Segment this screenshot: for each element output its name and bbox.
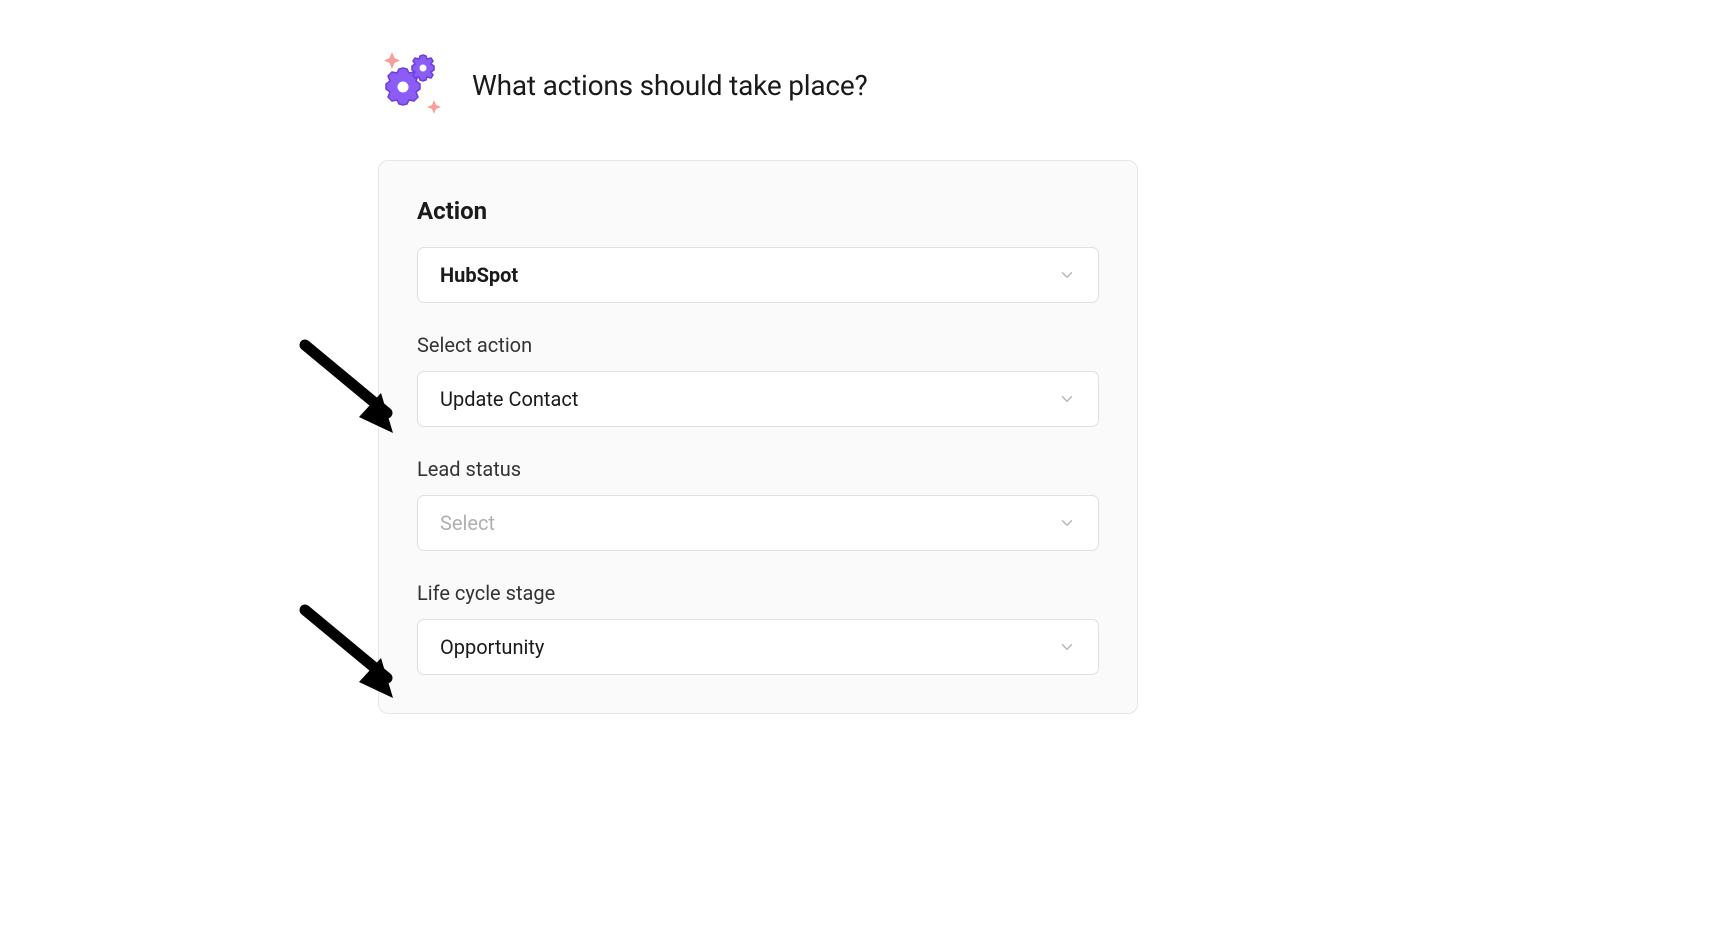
action-card: Action HubSpot Select action Update Cont… <box>378 160 1138 714</box>
chevron-down-icon <box>1058 514 1076 532</box>
life-cycle-stage-label: Life cycle stage <box>417 581 1099 605</box>
life-cycle-stage-value: Opportunity <box>440 635 544 659</box>
integration-select[interactable]: HubSpot <box>417 247 1099 303</box>
card-heading: Action <box>417 197 1099 225</box>
gears-icon <box>378 50 448 120</box>
chevron-down-icon <box>1058 266 1076 284</box>
page-title: What actions should take place? <box>472 69 868 102</box>
header-row: What actions should take place? <box>378 50 1138 120</box>
lead-status-label: Lead status <box>417 457 1099 481</box>
select-action-label: Select action <box>417 333 1099 357</box>
chevron-down-icon <box>1058 638 1076 656</box>
life-cycle-stage-select[interactable]: Opportunity <box>417 619 1099 675</box>
integration-select-value: HubSpot <box>440 263 518 287</box>
select-action-value: Update Contact <box>440 387 578 411</box>
lead-status-select[interactable]: Select <box>417 495 1099 551</box>
select-action-select[interactable]: Update Contact <box>417 371 1099 427</box>
lead-status-placeholder: Select <box>440 511 495 535</box>
chevron-down-icon <box>1058 390 1076 408</box>
